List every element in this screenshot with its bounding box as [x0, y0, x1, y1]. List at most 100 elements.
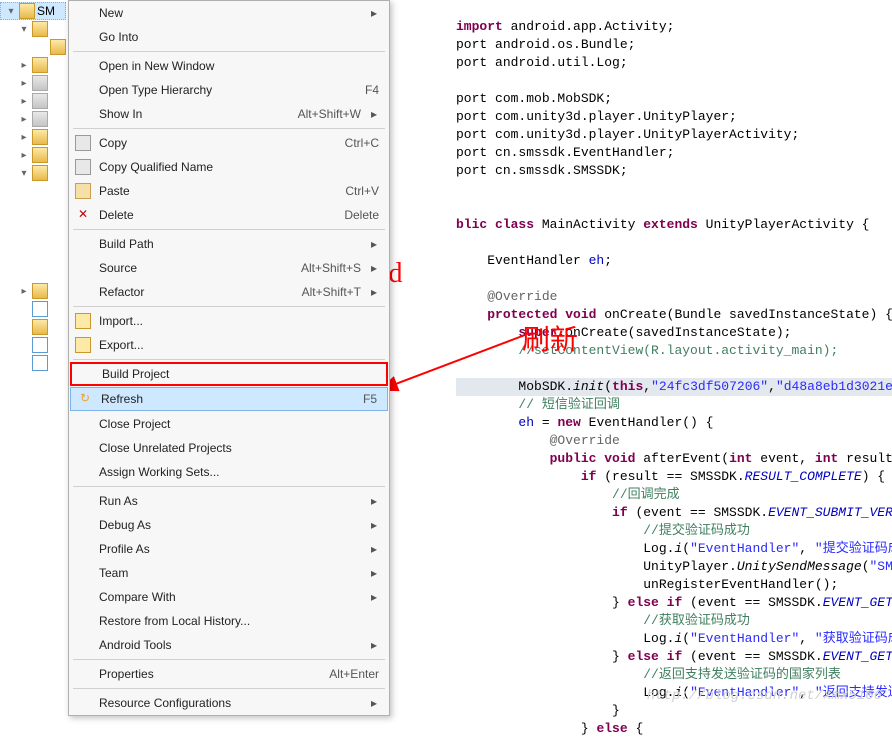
menu-label: New [99, 6, 361, 20]
menu-label: Properties [99, 667, 319, 681]
tree-item[interactable] [0, 300, 66, 318]
menu-import[interactable]: Import... [69, 309, 389, 333]
menu-shortcut: Ctrl+V [345, 184, 379, 198]
menu-profile-as[interactable]: Profile As▸ [69, 537, 389, 561]
context-menu: New▸ Go Into Open in New Window Open Typ… [68, 0, 390, 716]
tree-item[interactable]: ▸ [0, 282, 66, 300]
menu-export[interactable]: Export... [69, 333, 389, 357]
file-icon [32, 301, 48, 317]
menu-source[interactable]: SourceAlt+Shift+S▸ [69, 256, 389, 280]
annotation-refresh: 刷新 [522, 318, 578, 358]
menu-label: Go Into [99, 30, 379, 44]
menu-label: Assign Working Sets... [99, 465, 379, 479]
menu-assign-ws[interactable]: Assign Working Sets... [69, 460, 389, 484]
tree-item[interactable]: ▸ [0, 146, 66, 164]
submenu-arrow-icon: ▸ [371, 494, 379, 508]
menu-open-new-window[interactable]: Open in New Window [69, 54, 389, 78]
project-explorer[interactable]: ▾ SM ▾ ▸ ▸ ▸ ▸ ▸ ▸ ▾ ▸ [0, 0, 66, 710]
tree-item[interactable] [0, 336, 66, 354]
folder-icon [32, 165, 48, 181]
tree-root-label: SM [37, 4, 55, 18]
tree-item[interactable]: ▾ [0, 164, 66, 182]
menu-separator [73, 51, 385, 52]
collapse-icon[interactable]: ▸ [18, 286, 30, 297]
menu-paste[interactable]: PasteCtrl+V [69, 179, 389, 203]
collapse-icon[interactable]: ▸ [18, 114, 30, 125]
expand-icon[interactable]: ▾ [18, 168, 30, 179]
menu-separator [73, 359, 385, 360]
menu-label: Team [99, 566, 361, 580]
menu-team[interactable]: Team ▸ [69, 561, 389, 585]
menu-open-type-hierarchy[interactable]: Open Type HierarchyF4 [69, 78, 389, 102]
menu-label: Debug As [99, 518, 361, 532]
menu-refactor[interactable]: RefactorAlt+Shift+T▸ [69, 280, 389, 304]
menu-compare-with[interactable]: Compare With▸ [69, 585, 389, 609]
menu-label: Copy [99, 136, 335, 150]
menu-run-as[interactable]: Run As ▸ [69, 489, 389, 513]
collapse-icon[interactable]: ▸ [18, 60, 30, 71]
expand-icon[interactable]: ▾ [18, 24, 30, 35]
submenu-arrow-icon: ▸ [371, 696, 379, 710]
tree-root[interactable]: ▾ SM [0, 2, 66, 20]
submenu-arrow-icon: ▸ [371, 566, 379, 580]
menu-delete[interactable]: ✕DeleteDelete [69, 203, 389, 227]
tree-item[interactable] [0, 38, 66, 56]
menu-label: Resource Configurations [99, 696, 361, 710]
menu-label: Export... [99, 338, 379, 352]
menu-separator [73, 128, 385, 129]
tree-item[interactable]: ▸ [0, 110, 66, 128]
project-icon [19, 3, 35, 19]
menu-show-in[interactable]: Show InAlt+Shift+W▸ [69, 102, 389, 126]
menu-copy-qualified[interactable]: Copy Qualified Name [69, 155, 389, 179]
submenu-arrow-icon: ▸ [371, 285, 379, 299]
tree-item[interactable]: ▸ [0, 56, 66, 74]
folder-icon [32, 147, 48, 163]
collapse-icon[interactable]: ▸ [18, 132, 30, 143]
menu-shortcut: F5 [363, 392, 377, 406]
menu-separator [73, 659, 385, 660]
tree-item[interactable]: ▸ [0, 128, 66, 146]
menu-separator [73, 688, 385, 689]
menu-copy[interactable]: CopyCtrl+C [69, 131, 389, 155]
folder-icon [32, 21, 48, 37]
paste-icon [75, 183, 91, 199]
tree-item[interactable] [0, 354, 66, 372]
menu-refresh[interactable]: ↻ Refresh F5 [70, 387, 388, 411]
menu-label: Close Unrelated Projects [99, 441, 379, 455]
tree-item[interactable]: ▸ [0, 74, 66, 92]
tree-item[interactable] [0, 318, 66, 336]
refresh-icon: ↻ [77, 391, 93, 407]
menu-shortcut: Alt+Shift+S [301, 261, 361, 275]
tree-item[interactable]: ▾ [0, 20, 66, 38]
library-icon [32, 75, 48, 91]
submenu-arrow-icon: ▸ [371, 518, 379, 532]
menu-label: Run As [99, 494, 361, 508]
menu-build-project[interactable]: Build Project [70, 362, 388, 386]
collapse-icon[interactable]: ▸ [18, 150, 30, 161]
menu-debug-as[interactable]: Debug As ▸ [69, 513, 389, 537]
menu-resource-config[interactable]: Resource Configurations ▸ [69, 691, 389, 715]
menu-label: Delete [99, 208, 334, 222]
menu-android-tools[interactable]: Android Tools▸ [69, 633, 389, 657]
file-icon [32, 355, 48, 371]
menu-separator [73, 306, 385, 307]
menu-properties[interactable]: Properties Alt+Enter [69, 662, 389, 686]
collapse-icon[interactable]: ▸ [18, 78, 30, 89]
menu-go-into[interactable]: Go Into [69, 25, 389, 49]
menu-close-project[interactable]: Close Project [69, 412, 389, 436]
expand-icon[interactable]: ▾ [5, 6, 17, 17]
menu-label: Show In [99, 107, 288, 121]
menu-label: Refresh [101, 392, 353, 406]
collapse-icon[interactable]: ▸ [18, 96, 30, 107]
menu-label: Source [99, 261, 291, 275]
menu-shortcut: Delete [344, 208, 379, 222]
menu-new[interactable]: New▸ [69, 1, 389, 25]
file-icon [32, 319, 48, 335]
menu-shortcut: Alt+Enter [329, 667, 379, 681]
menu-label: Android Tools [99, 638, 361, 652]
menu-restore[interactable]: Restore from Local History... [69, 609, 389, 633]
menu-label: Close Project [99, 417, 379, 431]
tree-item[interactable]: ▸ [0, 92, 66, 110]
menu-close-unrelated[interactable]: Close Unrelated Projects [69, 436, 389, 460]
menu-build-path[interactable]: Build Path▸ [69, 232, 389, 256]
